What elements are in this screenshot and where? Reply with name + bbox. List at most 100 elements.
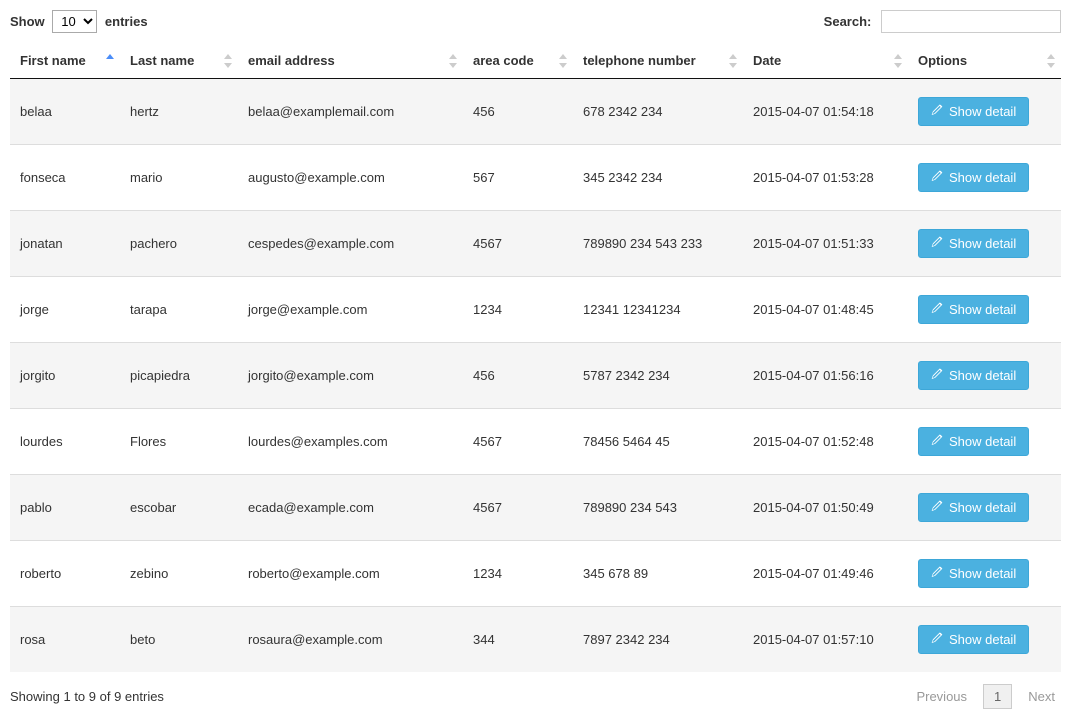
cell-first-name: jorgito	[10, 343, 120, 409]
search-input[interactable]	[881, 10, 1061, 33]
show-detail-label: Show detail	[949, 236, 1016, 251]
table-row: jonatanpacherocespedes@example.com456778…	[10, 211, 1061, 277]
cell-last-name: escobar	[120, 475, 238, 541]
column-header-telephone[interactable]: telephone number	[573, 43, 743, 79]
cell-email: jorgito@example.com	[238, 343, 463, 409]
cell-email: jorge@example.com	[238, 277, 463, 343]
cell-options: Show detail	[908, 79, 1061, 145]
cell-first-name: pablo	[10, 475, 120, 541]
cell-telephone: 345 678 89	[573, 541, 743, 607]
cell-email: lourdes@examples.com	[238, 409, 463, 475]
cell-area-code: 1234	[463, 277, 573, 343]
pagination: Previous 1 Next	[910, 684, 1061, 709]
show-detail-label: Show detail	[949, 566, 1016, 581]
table-row: lourdesFloreslourdes@examples.com4567784…	[10, 409, 1061, 475]
cell-telephone: 7897 2342 234	[573, 607, 743, 673]
cell-area-code: 456	[463, 343, 573, 409]
cell-area-code: 4567	[463, 409, 573, 475]
cell-email: roberto@example.com	[238, 541, 463, 607]
cell-telephone: 789890 234 543	[573, 475, 743, 541]
show-detail-button[interactable]: Show detail	[918, 229, 1029, 258]
cell-last-name: Flores	[120, 409, 238, 475]
length-show-text: Show	[10, 14, 45, 29]
sort-asc-icon	[106, 54, 116, 68]
cell-options: Show detail	[908, 541, 1061, 607]
column-header-first-name[interactable]: First name	[10, 43, 120, 79]
show-detail-label: Show detail	[949, 500, 1016, 515]
datatable-wrapper: Show 10 entries Search: First name	[10, 10, 1061, 709]
cell-first-name: lourdes	[10, 409, 120, 475]
cell-last-name: pachero	[120, 211, 238, 277]
show-detail-button[interactable]: Show detail	[918, 295, 1029, 324]
show-detail-label: Show detail	[949, 368, 1016, 383]
cell-last-name: beto	[120, 607, 238, 673]
show-detail-button[interactable]: Show detail	[918, 559, 1029, 588]
cell-first-name: roberto	[10, 541, 120, 607]
show-detail-label: Show detail	[949, 302, 1016, 317]
table-controls-top: Show 10 entries Search:	[10, 10, 1061, 33]
table-row: belaahertzbelaa@examplemail.com456678 23…	[10, 79, 1061, 145]
show-detail-button[interactable]: Show detail	[918, 625, 1029, 654]
column-header-last-name[interactable]: Last name	[120, 43, 238, 79]
show-detail-button[interactable]: Show detail	[918, 361, 1029, 390]
cell-first-name: belaa	[10, 79, 120, 145]
cell-email: belaa@examplemail.com	[238, 79, 463, 145]
length-entries-text: entries	[105, 14, 148, 29]
table-info: Showing 1 to 9 of 9 entries	[10, 689, 164, 704]
search-control: Search:	[824, 10, 1061, 33]
show-detail-label: Show detail	[949, 170, 1016, 185]
show-detail-button[interactable]: Show detail	[918, 97, 1029, 126]
column-header-area-code[interactable]: area code	[463, 43, 573, 79]
cell-last-name: picapiedra	[120, 343, 238, 409]
edit-icon	[931, 632, 943, 647]
cell-options: Show detail	[908, 211, 1061, 277]
cell-options: Show detail	[908, 607, 1061, 673]
cell-date: 2015-04-07 01:52:48	[743, 409, 908, 475]
table-head: First name Last name email address area …	[10, 43, 1061, 79]
sort-icon	[1047, 54, 1057, 68]
cell-email: ecada@example.com	[238, 475, 463, 541]
show-detail-button[interactable]: Show detail	[918, 493, 1029, 522]
previous-button[interactable]: Previous	[910, 685, 973, 708]
column-header-options[interactable]: Options	[908, 43, 1061, 79]
cell-options: Show detail	[908, 277, 1061, 343]
cell-telephone: 12341 12341234	[573, 277, 743, 343]
page-number-current[interactable]: 1	[983, 684, 1012, 709]
cell-area-code: 567	[463, 145, 573, 211]
cell-email: rosaura@example.com	[238, 607, 463, 673]
sort-icon	[894, 54, 904, 68]
column-header-email[interactable]: email address	[238, 43, 463, 79]
table-body: belaahertzbelaa@examplemail.com456678 23…	[10, 79, 1061, 673]
column-header-date[interactable]: Date	[743, 43, 908, 79]
cell-options: Show detail	[908, 409, 1061, 475]
sort-icon	[559, 54, 569, 68]
cell-telephone: 345 2342 234	[573, 145, 743, 211]
cell-date: 2015-04-07 01:49:46	[743, 541, 908, 607]
show-detail-label: Show detail	[949, 632, 1016, 647]
cell-options: Show detail	[908, 145, 1061, 211]
cell-area-code: 1234	[463, 541, 573, 607]
cell-first-name: fonseca	[10, 145, 120, 211]
cell-date: 2015-04-07 01:50:49	[743, 475, 908, 541]
length-select[interactable]: 10	[52, 10, 97, 33]
show-detail-button[interactable]: Show detail	[918, 163, 1029, 192]
edit-icon	[931, 368, 943, 383]
edit-icon	[931, 236, 943, 251]
cell-telephone: 78456 5464 45	[573, 409, 743, 475]
table-controls-bottom: Showing 1 to 9 of 9 entries Previous 1 N…	[10, 684, 1061, 709]
table-row: jorgitopicapiedrajorgito@example.com4565…	[10, 343, 1061, 409]
edit-icon	[931, 500, 943, 515]
cell-area-code: 344	[463, 607, 573, 673]
cell-telephone: 789890 234 543 233	[573, 211, 743, 277]
cell-date: 2015-04-07 01:54:18	[743, 79, 908, 145]
cell-date: 2015-04-07 01:53:28	[743, 145, 908, 211]
cell-last-name: mario	[120, 145, 238, 211]
cell-telephone: 5787 2342 234	[573, 343, 743, 409]
cell-area-code: 456	[463, 79, 573, 145]
cell-date: 2015-04-07 01:57:10	[743, 607, 908, 673]
edit-icon	[931, 104, 943, 119]
length-label: Show 10 entries	[10, 14, 148, 29]
edit-icon	[931, 302, 943, 317]
next-button[interactable]: Next	[1022, 685, 1061, 708]
show-detail-button[interactable]: Show detail	[918, 427, 1029, 456]
